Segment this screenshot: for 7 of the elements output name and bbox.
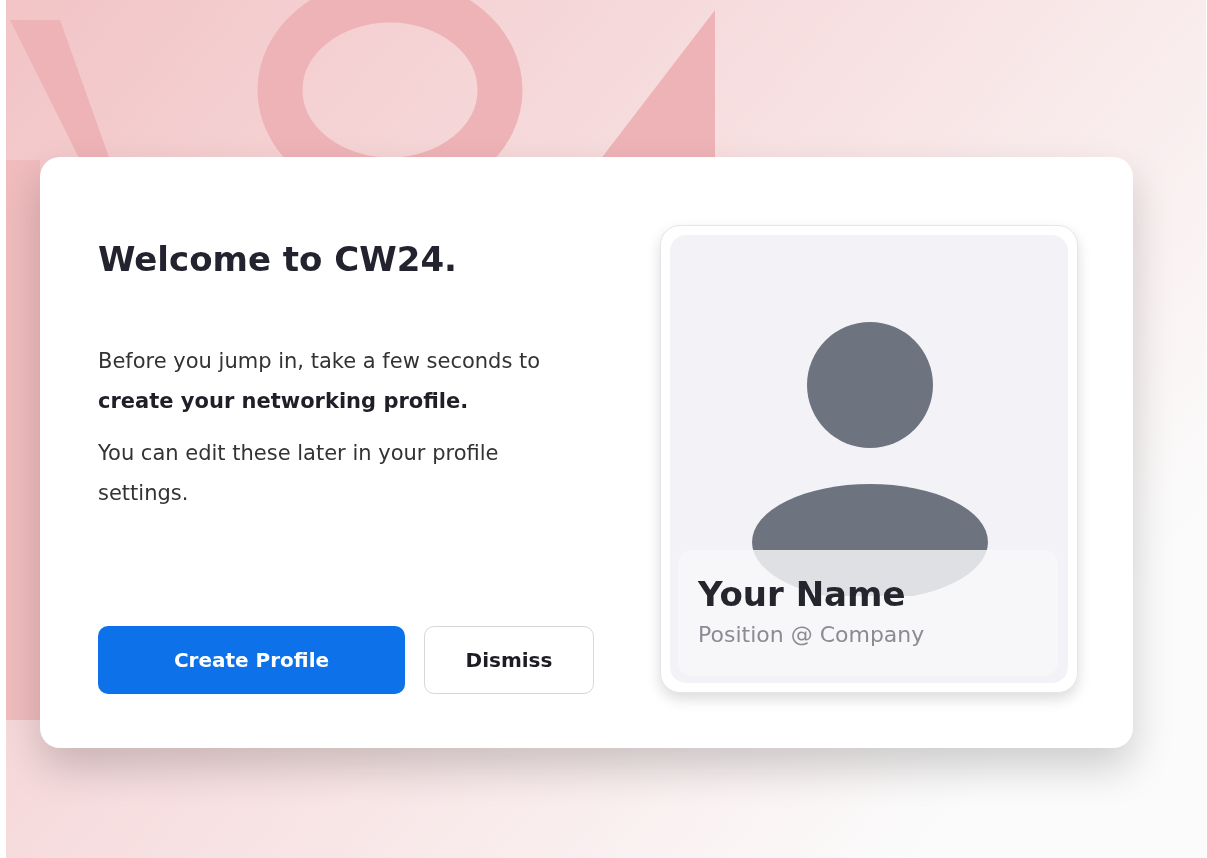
create-profile-button[interactable]: Create Profile bbox=[98, 626, 405, 694]
intro-paragraph: You can edit these later in your profile settings. bbox=[98, 440, 500, 507]
intro-paragraph: Before you jump in, take a few seconds to create your networking profile. bbox=[98, 348, 542, 415]
profile-name: Your Name bbox=[698, 573, 907, 616]
welcome-title: Welcome to CW24. bbox=[98, 239, 458, 279]
profile-position: Position @ Company bbox=[698, 622, 926, 647]
dismiss-button[interactable]: Dismiss bbox=[424, 626, 594, 694]
